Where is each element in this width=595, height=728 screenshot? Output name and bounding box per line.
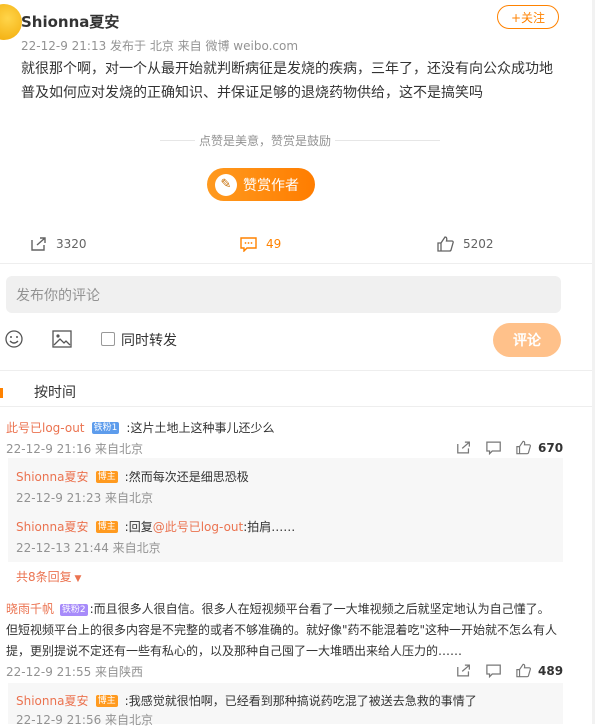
repost-icon xyxy=(31,237,46,251)
comment-count: 49 xyxy=(266,237,282,251)
mention-link[interactable]: @此号已log-out xyxy=(153,520,244,534)
reward-icon: ✎ xyxy=(215,173,237,196)
reply-time: 22-12-9 21:56 来自北京 xyxy=(16,713,154,727)
reply-time: 22-12-13 21:44 来自北京 xyxy=(16,541,161,555)
comment-text: :这片土地上这种事儿还少么 xyxy=(126,421,275,435)
post-text: 就很那个啊，对一个从最开始就判断病征是发烧的疾病，三年了，还没有向公众成功地普及… xyxy=(21,61,553,101)
comment-item: 此号已log-out 铁粉1 :这片土地上这种事儿还少么 xyxy=(6,417,274,436)
commenter-name[interactable]: 晓雨千帆 xyxy=(6,602,54,616)
reply-icon[interactable] xyxy=(486,440,502,455)
expand-replies-link[interactable]: 共8条回复 ▼ xyxy=(16,568,81,585)
comment-icon xyxy=(240,237,257,252)
comment-actions: 489 xyxy=(456,663,563,678)
like-count: 5202 xyxy=(463,237,494,251)
repost-checkbox-label: 同时转发 xyxy=(121,333,177,349)
thumbs-up-icon xyxy=(437,236,454,252)
reply-item: Shionna夏安 博主 :然而每次还是细思恐极 xyxy=(16,466,249,485)
divider xyxy=(0,406,595,407)
divider xyxy=(0,263,595,264)
comment-like-count: 670 xyxy=(538,440,564,455)
share-icon[interactable] xyxy=(456,440,472,455)
repost-button[interactable]: 3320 xyxy=(30,236,87,252)
follow-button[interactable]: +关注 xyxy=(497,5,559,29)
reward-button[interactable]: ✎ 赞赏作者 xyxy=(207,168,315,201)
reply-text: :然而每次还是细思恐极 xyxy=(124,470,249,484)
post-author[interactable]: Shionna夏安 xyxy=(21,11,119,32)
reply-item: Shionna夏安 博主 :我感觉就很怕啊，已经看到那种搞说药吃混了被送去急救的… xyxy=(16,690,477,709)
repost-checkbox[interactable] xyxy=(101,332,115,346)
comment-time: 22-12-9 21:16 来自北京 xyxy=(6,442,144,456)
thumbs-up-icon[interactable] xyxy=(516,440,532,455)
author-badge: 博主 xyxy=(95,520,118,533)
comment-input[interactable]: 发布你的评论 xyxy=(6,276,561,313)
reply-text: :拍肩…… xyxy=(243,520,296,534)
post-meta: 22-12-9 21:13 发布于 北京 来自 微博 weibo.com xyxy=(21,39,299,53)
avatar[interactable] xyxy=(0,4,22,40)
reply-item: Shionna夏安 博主 :回复@此号已log-out:拍肩…… xyxy=(16,516,295,535)
chevron-down-icon: ▼ xyxy=(71,574,82,584)
commenter-name[interactable]: 此号已log-out xyxy=(6,421,85,435)
comment-button[interactable]: 49 xyxy=(240,236,281,252)
comment-actions: 670 xyxy=(456,440,563,455)
divider xyxy=(0,370,595,371)
reply-time: 22-12-9 21:23 来自北京 xyxy=(16,491,154,505)
fan-badge: 铁粉1 xyxy=(91,421,120,434)
repost-count: 3320 xyxy=(56,237,87,251)
thumbs-up-icon[interactable] xyxy=(516,663,532,678)
reply-text: :我感觉就很怕啊，已经看到那种搞说药吃混了被送去急救的事情了 xyxy=(124,694,477,708)
emoji-icon[interactable] xyxy=(5,330,23,352)
author-badge: 博主 xyxy=(95,470,118,483)
reward-label: 赞赏作者 xyxy=(243,177,299,194)
image-icon[interactable] xyxy=(52,330,72,352)
fan-badge: 铁粉2 xyxy=(59,603,88,616)
comment-item: 晓雨千帆 铁粉2:而且很多人很自信。很多人在短视频平台看了一大堆视频之后就坚定地… xyxy=(6,599,561,662)
send-comment-button[interactable]: 评论 xyxy=(493,323,561,357)
replier-name[interactable]: Shionna夏安 xyxy=(16,520,88,534)
share-icon[interactable] xyxy=(456,663,472,678)
reward-tip: 点赞是美意，赞赏是鼓励 xyxy=(195,132,336,149)
like-button[interactable]: 5202 xyxy=(437,236,494,252)
sort-by-time-tab[interactable]: 按时间 xyxy=(34,382,76,402)
comment-time: 22-12-9 21:55 来自陕西 xyxy=(6,665,144,679)
author-badge: 博主 xyxy=(95,694,118,707)
sort-indicator xyxy=(0,388,3,398)
reply-prefix: :回复 xyxy=(124,520,153,534)
replier-name[interactable]: Shionna夏安 xyxy=(16,470,88,484)
comment-like-count: 489 xyxy=(538,663,564,678)
replier-name[interactable]: Shionna夏安 xyxy=(16,694,88,708)
expand-replies-label: 共8条回复 xyxy=(16,570,72,584)
reply-icon[interactable] xyxy=(486,663,502,678)
comment-text: :而且很多人很自信。很多人在短视频平台看了一大堆视频之后就坚定地认为自己懂了。但… xyxy=(6,602,558,658)
